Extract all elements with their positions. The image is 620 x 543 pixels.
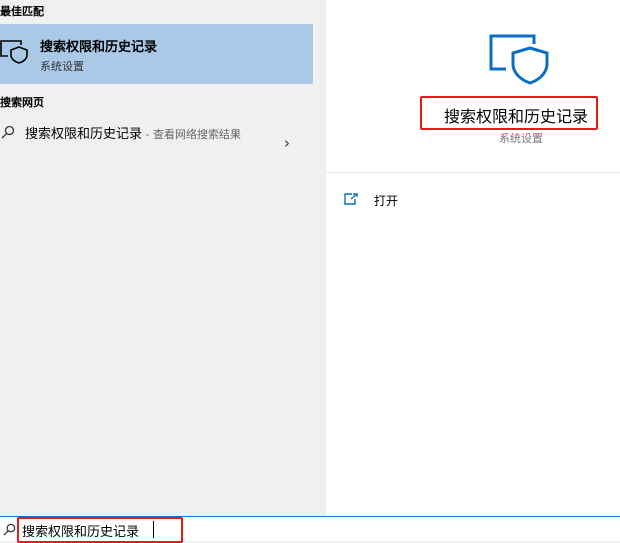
open-window-icon [344,193,358,205]
best-match-subtitle: 系统设置 [40,60,84,73]
search-icon [1,125,15,139]
annotation-box-search [17,517,183,543]
detail-subtitle: 系统设置 [499,132,543,145]
detail-title: 搜索权限和历史记录 [444,107,589,126]
web-search-suffix: - 查看网络搜索结果 [142,128,241,141]
open-action[interactable]: 打开 [344,190,544,212]
open-label: 打开 [374,194,399,208]
search-icon [3,523,16,536]
shield-monitor-icon [489,34,549,85]
best-match-item[interactable]: 搜索权限和历史记录 系统设置 [0,24,313,84]
detail-panel: 搜索权限和历史记录 系统设置 打开 [326,0,620,516]
divider [326,172,620,173]
web-search-query: 搜索权限和历史记录 [25,127,143,142]
best-match-header: 最佳匹配 [0,5,44,18]
web-search-title: 搜索权限和历史记录 - 查看网络搜索结果 [25,125,261,144]
web-search-header: 搜索网页 [0,96,44,109]
web-search-item[interactable]: 搜索权限和历史记录 - 查看网络搜索结果 › [0,116,313,170]
chevron-right-icon[interactable]: › [284,134,290,152]
results-panel: 最佳匹配 搜索权限和历史记录 系统设置 搜索网页 搜索权限和历史记录 - 查看网… [0,0,320,516]
shield-monitor-icon [0,40,28,64]
search-bar [0,516,620,543]
best-match-title: 搜索权限和历史记录 [40,40,158,55]
